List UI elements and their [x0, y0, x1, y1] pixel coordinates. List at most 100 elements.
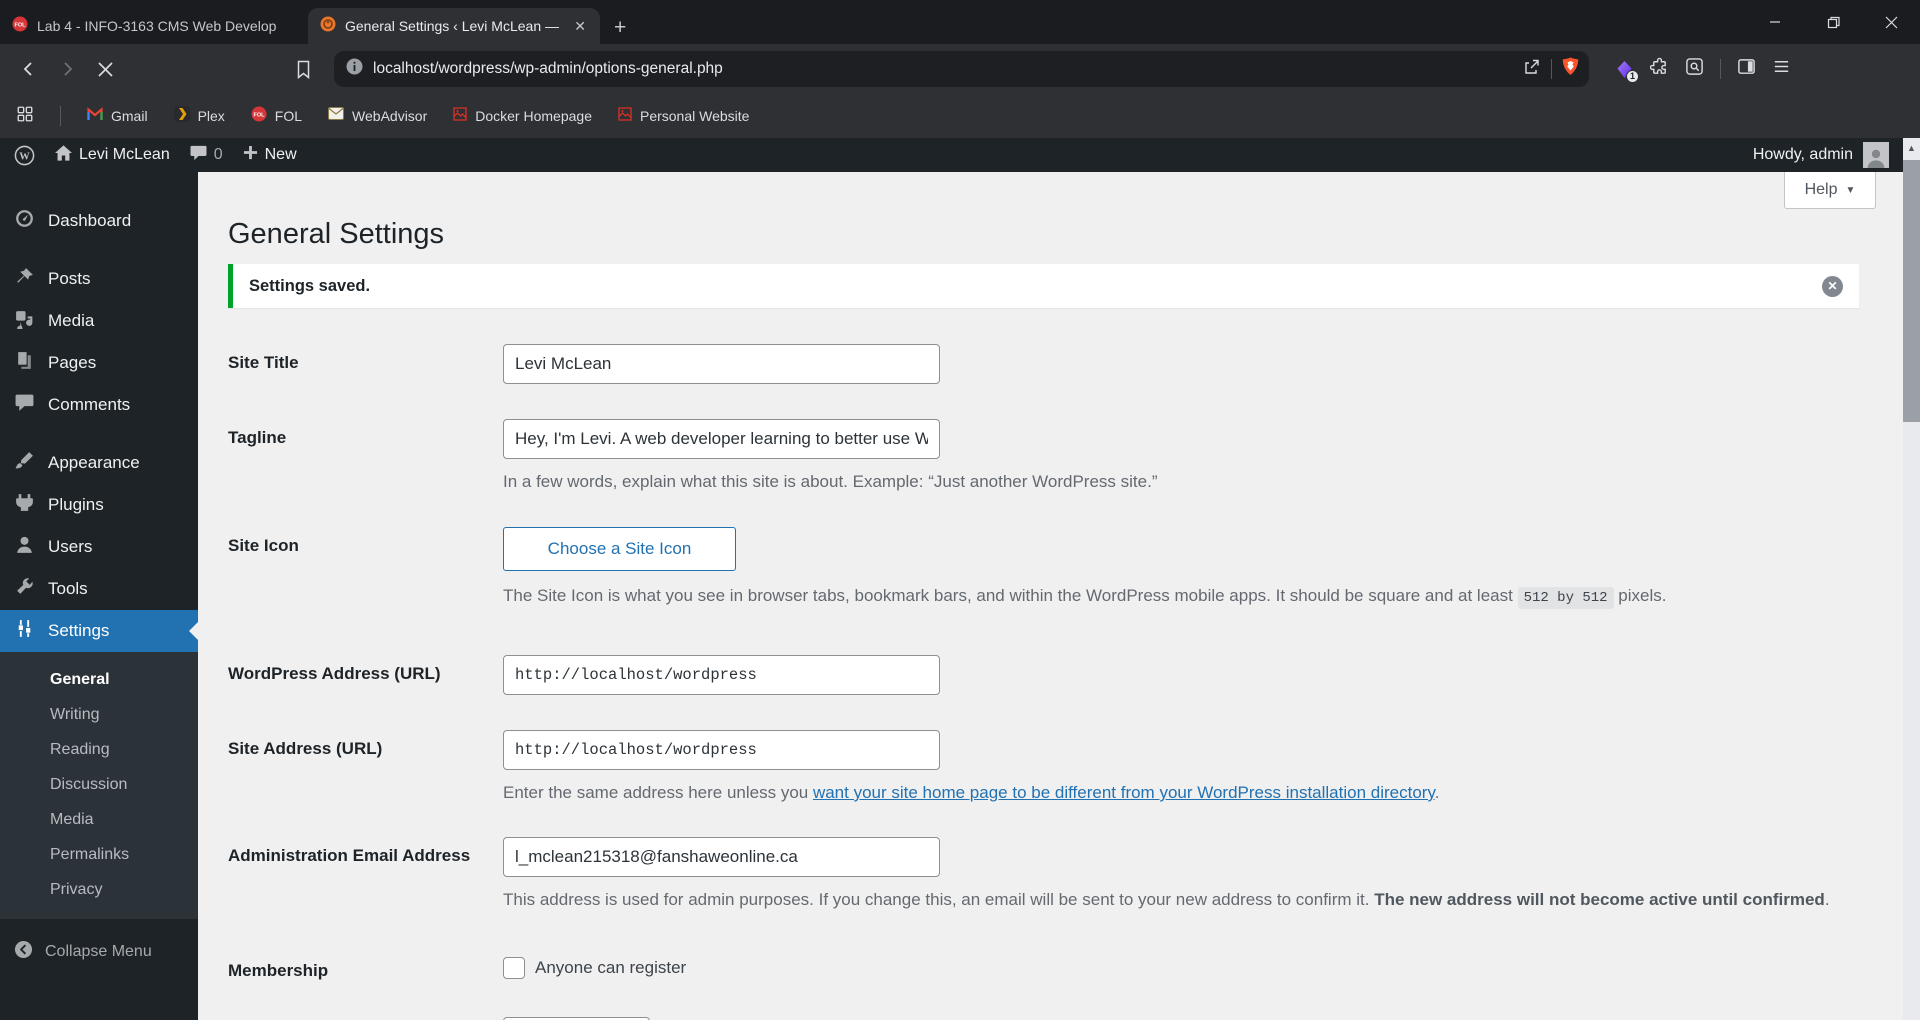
site-icon-label: Site Icon [228, 536, 299, 555]
svg-text:FOL: FOL [15, 22, 27, 28]
active-menu-arrow [189, 622, 198, 640]
sidebar-panel-icon[interactable] [1737, 57, 1756, 81]
howdy-admin[interactable]: Howdy, admin [1753, 146, 1853, 164]
window-minimize-button[interactable] [1746, 0, 1804, 44]
notice-text: Settings saved. [249, 276, 371, 295]
stop-reload-icon[interactable] [90, 54, 120, 84]
svg-text:FOL: FOL [253, 112, 265, 118]
avatar[interactable] [1863, 142, 1889, 168]
fol-favicon: FOL [251, 106, 267, 127]
submenu-permalinks[interactable]: Permalinks [0, 837, 198, 872]
sidebar-item-pages[interactable]: Pages [0, 342, 198, 384]
wp-admin-bar: W Levi McLean 0 New Howdy, admin [0, 138, 1903, 172]
bookmark-gmail[interactable]: Gmail [87, 106, 148, 126]
collapse-menu-button[interactable]: Collapse Menu [0, 931, 198, 973]
sidebar-item-users[interactable]: Users [0, 526, 198, 568]
url-text[interactable]: localhost/wordpress/wp-admin/options-gen… [373, 60, 1523, 78]
admin-email-help: This address is used for admin purposes.… [503, 890, 1830, 909]
sidebar-item-comments[interactable]: Comments [0, 384, 198, 426]
pushpin-icon [14, 266, 35, 292]
bookmark-fol[interactable]: FOL FOL [251, 106, 302, 127]
membership-label: Membership [228, 961, 329, 980]
general-settings-form: Site Title Tagline In a few words, expla… [228, 344, 1903, 1020]
extensions-icon[interactable] [1649, 57, 1669, 81]
bookmark-webadvisor[interactable]: WebAdvisor [328, 107, 427, 125]
forward-icon[interactable] [52, 54, 82, 84]
tab-lab4[interactable]: FOL Lab 4 - INFO-3163 CMS Web Develop [0, 8, 292, 44]
sidebar-item-appearance[interactable]: Appearance [0, 442, 198, 484]
choose-site-icon-button[interactable]: Choose a Site Icon [503, 527, 736, 571]
bookmark-plex[interactable]: Plex [173, 105, 225, 127]
window-close-button[interactable] [1862, 0, 1920, 44]
submenu-discussion[interactable]: Discussion [0, 767, 198, 802]
broken-favicon [618, 106, 632, 126]
adminbar-site-link[interactable]: Levi McLean [55, 144, 170, 166]
site-title-label: Site Title [228, 353, 299, 372]
settings-saved-notice: Settings saved. ✕ [228, 264, 1859, 308]
menu-icon[interactable] [1772, 57, 1791, 81]
comment-bubble-icon [190, 145, 207, 166]
tab-title: Lab 4 - INFO-3163 CMS Web Develop [37, 18, 277, 34]
site-title-input[interactable] [503, 344, 940, 384]
adminbar-new[interactable]: New [243, 145, 297, 165]
browser-toolbar: localhost/wordpress/wp-admin/options-gen… [0, 44, 1920, 94]
sidebar-item-settings[interactable]: Settings [0, 610, 198, 652]
sidebar-item-media[interactable]: Media [0, 300, 198, 342]
tagline-help: In a few words, explain what this site i… [503, 472, 1158, 491]
tab-general-settings[interactable]: General Settings ‹ Levi McLean — ✕ [308, 8, 600, 44]
svg-text:W: W [19, 151, 30, 162]
sidebar-item-plugins[interactable]: Plugins [0, 484, 198, 526]
sidebar-item-dashboard[interactable]: Dashboard [0, 200, 198, 242]
media-icon [14, 308, 35, 334]
admin-email-label: Administration Email Address [228, 846, 471, 865]
sidebar-item-tools[interactable]: Tools [0, 568, 198, 610]
wordpress-address-label: WordPress Address (URL) [228, 664, 441, 683]
comments-icon [14, 392, 35, 418]
bookmark-docker-homepage[interactable]: Docker Homepage [453, 106, 592, 126]
share-icon[interactable] [1523, 58, 1541, 81]
anyone-can-register-label: Anyone can register [535, 958, 687, 977]
sidebar-item-posts[interactable]: Posts [0, 258, 198, 300]
wordpress-address-input[interactable] [503, 655, 940, 695]
brave-shield-icon[interactable] [1562, 57, 1579, 81]
wp-logo-icon[interactable]: W [14, 145, 35, 166]
admin-email-input[interactable] [503, 837, 940, 877]
back-icon[interactable] [14, 54, 44, 84]
submenu-general[interactable]: General [0, 662, 198, 697]
brush-icon [14, 450, 35, 476]
search-panel-icon[interactable] [1685, 57, 1704, 81]
new-tab-button[interactable]: + [614, 17, 626, 38]
page-title: General Settings [228, 218, 445, 250]
dismiss-notice-icon[interactable]: ✕ [1822, 275, 1843, 297]
plex-icon [173, 105, 190, 127]
bookmark-icon[interactable] [288, 54, 318, 84]
settings-main: Help ▼ General Settings Settings saved. … [198, 172, 1903, 1020]
window-restore-button[interactable] [1804, 0, 1862, 44]
scrollbar-up-arrow[interactable]: ▲ [1903, 138, 1920, 158]
anyone-can-register-checkbox[interactable] [503, 957, 525, 979]
help-button[interactable]: Help ▼ [1784, 172, 1876, 209]
submenu-privacy[interactable]: Privacy [0, 872, 198, 907]
apps-grid-icon[interactable] [16, 105, 34, 128]
submenu-media[interactable]: Media [0, 802, 198, 837]
user-icon [14, 534, 35, 560]
site-address-help-link[interactable]: want your site home page to be different… [813, 783, 1435, 802]
bookmark-personal-website[interactable]: Personal Website [618, 106, 749, 126]
tagline-input[interactable] [503, 419, 940, 459]
submenu-reading[interactable]: Reading [0, 732, 198, 767]
scrollbar-thumb[interactable] [1903, 160, 1920, 422]
site-address-label: Site Address (URL) [228, 739, 383, 758]
collapse-arrow-icon [14, 940, 33, 964]
wordpress-admin-page: W Levi McLean 0 New Howdy, admin Dashboa… [0, 138, 1903, 1020]
site-address-input[interactable] [503, 730, 940, 770]
tab-close-icon[interactable]: ✕ [572, 18, 588, 35]
plus-icon [243, 145, 258, 165]
site-info-icon[interactable] [346, 58, 363, 80]
wallet-badge: 1 [1626, 69, 1639, 83]
page-scrollbar[interactable]: ▲ [1903, 138, 1920, 1020]
adminbar-comments[interactable]: 0 [190, 145, 223, 166]
submenu-writing[interactable]: Writing [0, 697, 198, 732]
address-bar[interactable]: localhost/wordpress/wp-admin/options-gen… [334, 51, 1589, 87]
wallet-icon[interactable]: 1 [1615, 60, 1639, 83]
broken-favicon [453, 106, 467, 126]
